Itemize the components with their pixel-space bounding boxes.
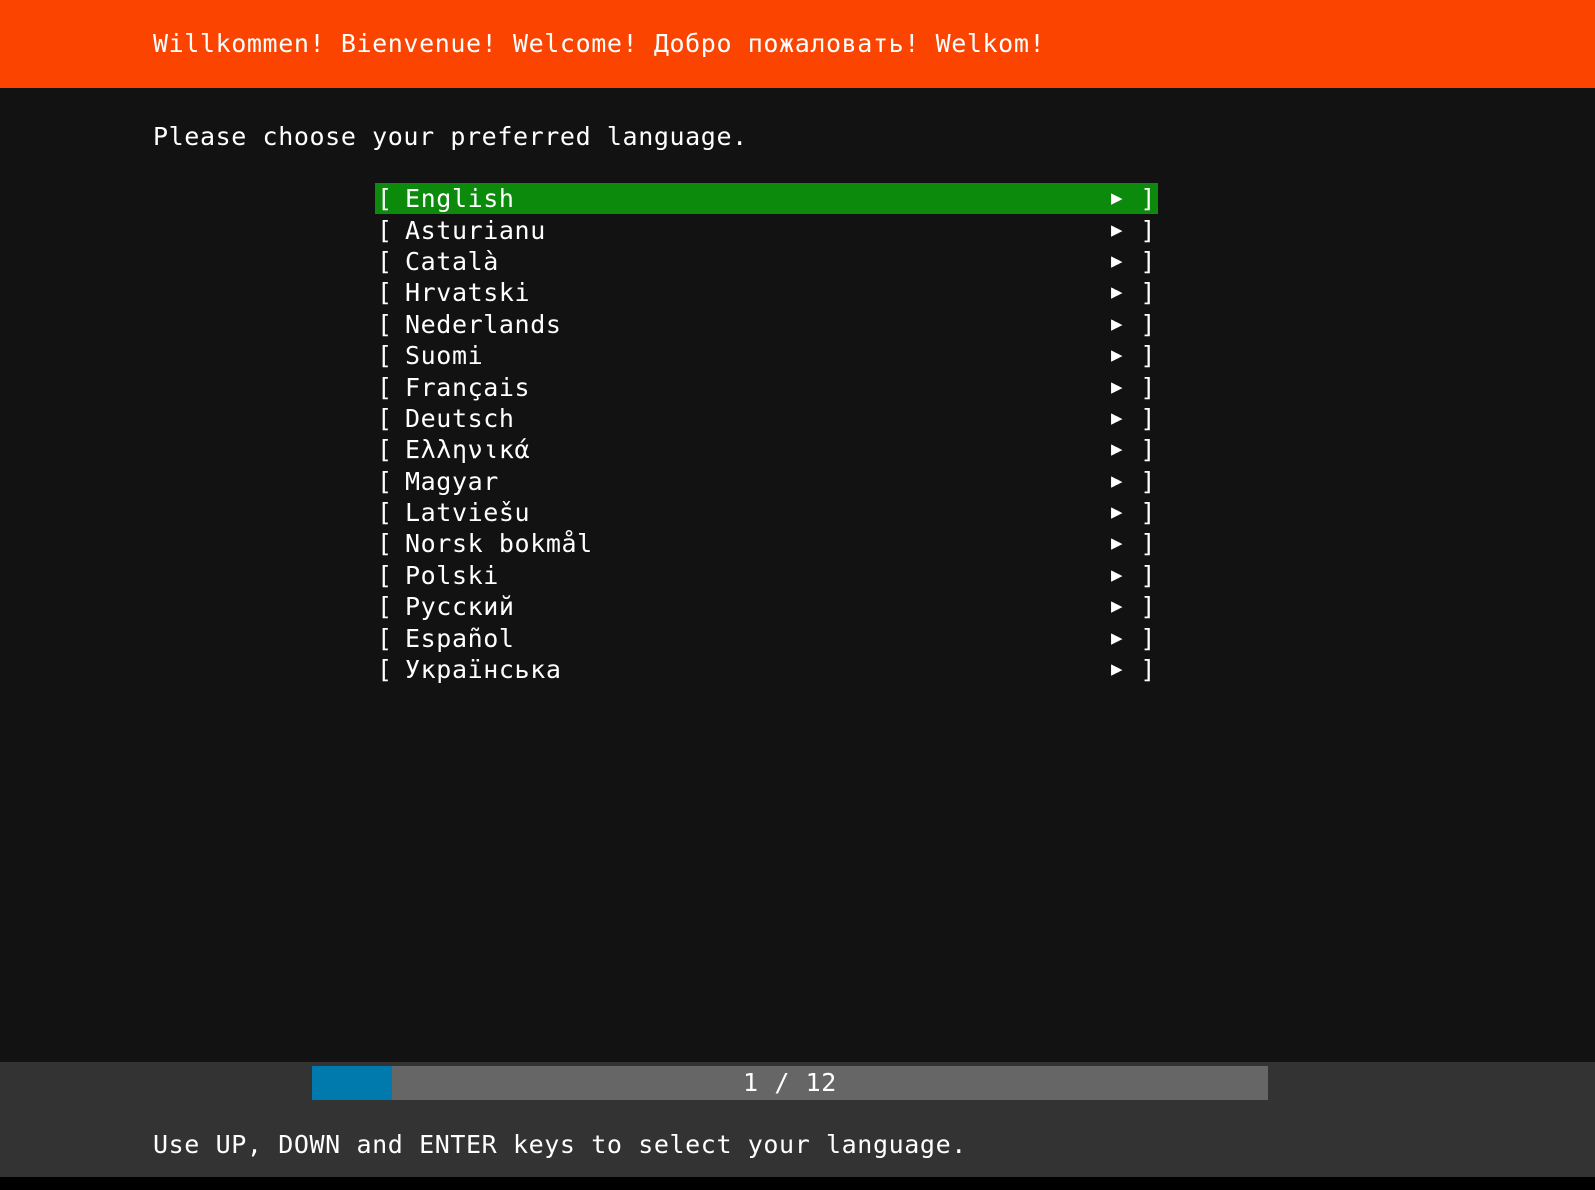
language-option-deutsch[interactable]: [ Deutsch ▶]	[375, 403, 1158, 434]
language-option-label: Magyar	[405, 466, 499, 496]
keyboard-hint: Use UP, DOWN and ENTER keys to select yo…	[153, 1130, 967, 1159]
language-list[interactable]: [ English ▶] [ Asturianu ▶] [ Català ▶] [ Hrvatski…	[375, 183, 1158, 685]
bracket-close: ]	[1140, 341, 1156, 371]
bracket-open: [	[377, 435, 393, 465]
chevron-right-icon: ▶	[1110, 344, 1124, 367]
language-option-hrvatski[interactable]: [ Hrvatski ▶]	[375, 277, 1158, 308]
bracket-close: ]	[1140, 215, 1156, 245]
language-option-français[interactable]: [ Français ▶]	[375, 371, 1158, 402]
language-option-label: Polski	[405, 560, 499, 590]
bracket-open: [	[377, 184, 393, 214]
bracket-close: ]	[1140, 372, 1156, 402]
chevron-right-icon: ▶	[1110, 532, 1124, 555]
chevron-right-icon: ▶	[1110, 281, 1124, 304]
language-option-latviešu[interactable]: [ Latviešu ▶]	[375, 497, 1158, 528]
bracket-close: ]	[1140, 278, 1156, 308]
chevron-right-icon: ▶	[1110, 312, 1124, 335]
language-option-label: Norsk bokmål	[405, 529, 593, 559]
bracket-close: ]	[1140, 623, 1156, 653]
language-prompt: Please choose your preferred language.	[153, 122, 748, 151]
welcome-header-banner: Willkommen! Bienvenue! Welcome! Добро по…	[0, 0, 1595, 88]
language-option-english[interactable]: [ English ▶]	[375, 183, 1158, 215]
bracket-close: ]	[1140, 560, 1156, 590]
bracket-close: ]	[1140, 435, 1156, 465]
welcome-title: Willkommen! Bienvenue! Welcome! Добро по…	[153, 29, 1046, 58]
installer-footer: 1 / 12 Use UP, DOWN and ENTER keys to se…	[0, 1062, 1595, 1177]
language-option-label: Ελληνικά	[405, 435, 531, 465]
language-option-nederlands[interactable]: [ Nederlands ▶]	[375, 309, 1158, 340]
bracket-close: ]	[1140, 592, 1156, 622]
language-option-ελληνικά[interactable]: [ Ελληνικά ▶]	[375, 434, 1158, 465]
chevron-right-icon: ▶	[1110, 375, 1124, 398]
chevron-right-icon: ▶	[1110, 595, 1124, 618]
language-option-label: Hrvatski	[405, 278, 531, 308]
bracket-open: [	[377, 372, 393, 402]
bracket-close: ]	[1140, 309, 1156, 339]
language-option-label: Deutsch	[405, 403, 515, 433]
bracket-open: [	[377, 466, 393, 496]
language-option-magyar[interactable]: [ Magyar ▶]	[375, 466, 1158, 497]
bracket-close: ]	[1140, 246, 1156, 276]
language-option-label: Nederlands	[405, 309, 562, 339]
chevron-right-icon: ▶	[1110, 218, 1124, 241]
chevron-right-icon: ▶	[1110, 438, 1124, 461]
bracket-open: [	[377, 278, 393, 308]
language-option-polski[interactable]: [ Polski ▶]	[375, 560, 1158, 591]
progress-bar: 1 / 12	[312, 1066, 1268, 1100]
language-option-label: Français	[405, 372, 531, 402]
language-option-label: English	[405, 184, 515, 214]
bottom-strip	[0, 1177, 1595, 1190]
bracket-open: [	[377, 529, 393, 559]
installer-body: Please choose your preferred language. […	[0, 88, 1595, 1062]
chevron-right-icon: ▶	[1110, 658, 1124, 681]
language-option-español[interactable]: [ Español ▶]	[375, 622, 1158, 653]
language-option-suomi[interactable]: [ Suomi ▶]	[375, 340, 1158, 371]
language-option-label: Latviešu	[405, 498, 531, 528]
language-option-label: Suomi	[405, 341, 484, 371]
bracket-open: [	[377, 592, 393, 622]
chevron-right-icon: ▶	[1110, 469, 1124, 492]
bracket-close: ]	[1140, 498, 1156, 528]
bracket-open: [	[377, 309, 393, 339]
bracket-open: [	[377, 246, 393, 276]
language-option-label: Español	[405, 623, 515, 653]
chevron-right-icon: ▶	[1110, 501, 1124, 524]
chevron-right-icon: ▶	[1110, 249, 1124, 272]
language-option-label: Русский	[405, 592, 515, 622]
bracket-close: ]	[1140, 529, 1156, 559]
bracket-open: [	[377, 655, 393, 685]
bracket-open: [	[377, 560, 393, 590]
language-option-asturianu[interactable]: [ Asturianu ▶]	[375, 214, 1158, 245]
bracket-close: ]	[1140, 655, 1156, 685]
installer-screen: Willkommen! Bienvenue! Welcome! Добро по…	[0, 0, 1595, 1190]
language-option-українська[interactable]: [ Українська ▶]	[375, 654, 1158, 685]
bracket-open: [	[377, 215, 393, 245]
bracket-open: [	[377, 403, 393, 433]
bracket-close: ]	[1140, 403, 1156, 433]
language-option-русский[interactable]: [ Русский ▶]	[375, 591, 1158, 622]
bracket-close: ]	[1140, 184, 1156, 214]
language-option-norsk-bokmål[interactable]: [ Norsk bokmål ▶]	[375, 528, 1158, 559]
bracket-open: [	[377, 498, 393, 528]
chevron-right-icon: ▶	[1110, 626, 1124, 649]
language-option-label: Català	[405, 246, 499, 276]
chevron-right-icon: ▶	[1110, 187, 1124, 210]
bracket-open: [	[377, 623, 393, 653]
language-option-label: Українська	[405, 655, 562, 685]
progress-bar-label: 1 / 12	[743, 1068, 837, 1097]
chevron-right-icon: ▶	[1110, 563, 1124, 586]
bracket-close: ]	[1140, 466, 1156, 496]
language-option-label: Asturianu	[405, 215, 546, 245]
bracket-open: [	[377, 341, 393, 371]
language-option-català[interactable]: [ Català ▶]	[375, 246, 1158, 277]
chevron-right-icon: ▶	[1110, 406, 1124, 429]
